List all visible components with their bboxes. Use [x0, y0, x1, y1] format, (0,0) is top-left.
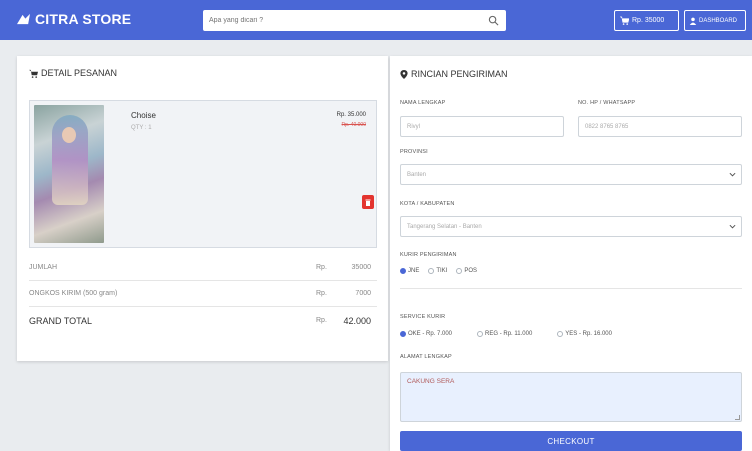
grand-total-currency: Rp. [316, 317, 327, 324]
dashboard-button[interactable]: DASHBOARD [684, 10, 746, 31]
search-bar [203, 10, 506, 31]
shipping-cost-currency: Rp. [316, 290, 327, 297]
name-label: NAMA LENGKAP [400, 100, 446, 106]
product-name: Choise [131, 111, 156, 120]
radio-icon [428, 268, 435, 274]
delete-item-button[interactable] [362, 195, 374, 209]
brand-name: CITRA STORE [35, 11, 132, 27]
subtotal-value: 35000 [351, 264, 371, 271]
shipping-detail-card: RINCIAN PENGIRIMAN NAMA LENGKAP Rivyl NO… [390, 56, 752, 451]
product-image [34, 105, 104, 243]
shipping-detail-heading: RINCIAN PENGIRIMAN [400, 69, 508, 79]
resize-handle-icon[interactable] [735, 415, 740, 420]
navbar: CITRA STORE Rp. 35000 DASHBOARD [0, 0, 752, 40]
radio-icon [557, 331, 564, 337]
grand-total-value: 42.000 [343, 316, 371, 326]
service-option-reg[interactable]: REG - Rp. 11.000 [477, 331, 532, 337]
cart-icon [620, 16, 629, 25]
product-price: Rp. 35.000 [336, 112, 366, 118]
search-input[interactable] [203, 17, 483, 24]
phone-input[interactable]: 0822 8765 8765 [578, 116, 742, 137]
cart-item: Choise QTY : 1 Rp. 35.000 Rp. 40.000 [29, 100, 377, 248]
radio-checked-icon [400, 268, 406, 274]
address-value: CAKUNG SERA [407, 378, 455, 385]
name-value: Rivyl [407, 123, 420, 130]
courier-option-tiki[interactable]: TIKI [428, 268, 447, 274]
cart-button[interactable]: Rp. 35000 [614, 10, 679, 31]
city-label: KOTA / KABUPATEN [400, 201, 455, 207]
address-label: ALAMAT LENGKAP [400, 354, 452, 360]
address-textarea[interactable]: CAKUNG SERA [400, 372, 742, 422]
province-select[interactable]: Banten [400, 164, 742, 185]
service-label: SERVICE KURIR [400, 314, 446, 320]
product-old-price: Rp. 40.000 [341, 122, 366, 128]
product-qty: QTY : 1 [131, 125, 152, 131]
location-icon [400, 69, 408, 79]
trash-icon [365, 199, 371, 206]
search-icon[interactable] [488, 15, 499, 26]
phone-value: 0822 8765 8765 [585, 123, 629, 130]
chevron-down-icon [729, 224, 736, 229]
province-label: PROVINSI [400, 149, 428, 155]
radio-checked-icon [400, 331, 406, 337]
radio-icon [456, 268, 463, 274]
cart-total: Rp. 35000 [632, 17, 665, 24]
courier-option-jne[interactable]: JNE [400, 268, 419, 274]
brand-logo-link[interactable]: CITRA STORE [16, 11, 131, 27]
city-value: Tangerang Selatan - Banten [407, 223, 482, 230]
chevron-down-icon [729, 172, 736, 177]
order-detail-heading: DETAIL PESANAN [29, 68, 117, 78]
subtotal-currency: Rp. [316, 264, 327, 271]
order-detail-title: DETAIL PESANAN [41, 68, 118, 78]
courier-radio-group: JNE TIKI POS [400, 268, 486, 274]
shipping-cost-value: 7000 [355, 290, 371, 297]
courier-option-pos[interactable]: POS [456, 268, 477, 274]
checkout-button[interactable]: CHECKOUT [400, 431, 742, 451]
order-detail-card: DETAIL PESANAN Choise QTY : 1 Rp. 35.000… [17, 56, 388, 361]
shipping-detail-title: RINCIAN PENGIRIMAN [411, 69, 508, 79]
service-option-oke[interactable]: OKE - Rp. 7.000 [400, 331, 452, 337]
grand-total-label: GRAND TOTAL [29, 316, 93, 326]
province-value: Banten [407, 171, 427, 178]
service-radio-group: OKE - Rp. 7.000 REG - Rp. 11.000 YES - R… [400, 331, 621, 337]
courier-label: KURIR PENGIRIMAN [400, 252, 457, 258]
user-icon [689, 17, 697, 25]
dashboard-label: DASHBOARD [699, 17, 738, 24]
radio-icon [477, 331, 484, 337]
name-input[interactable]: Rivyl [400, 116, 564, 137]
phone-label: NO. HP / WHATSAPP [578, 100, 636, 106]
city-select[interactable]: Tangerang Selatan - Banten [400, 216, 742, 237]
subtotal-label: JUMLAH [29, 264, 58, 271]
cart-icon [29, 69, 38, 78]
shipping-cost-label: ONGKOS KIRIM (500 gram) [29, 290, 118, 297]
service-option-yes[interactable]: YES - Rp. 16.000 [557, 331, 612, 337]
brand-icon [17, 13, 30, 24]
